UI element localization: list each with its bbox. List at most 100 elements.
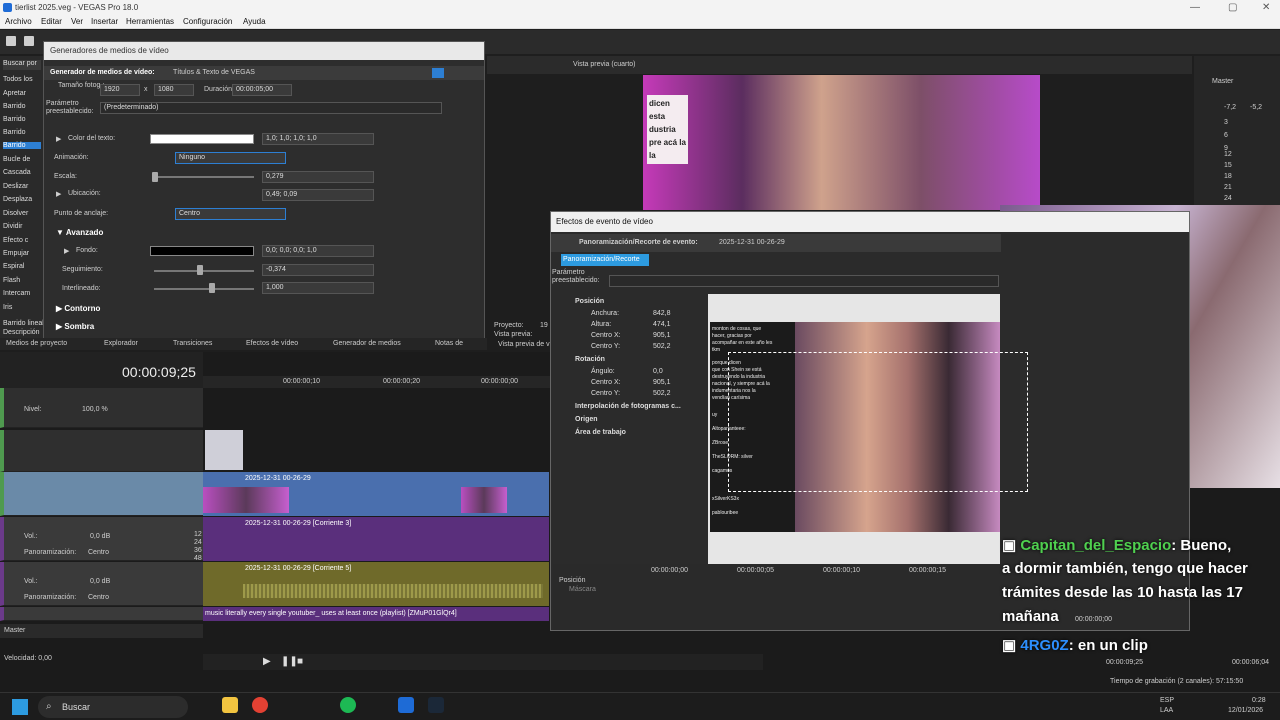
- list-item[interactable]: Intercam: [3, 290, 30, 297]
- fx-chain-chip[interactable]: Panoramización/Recorte: [561, 254, 649, 266]
- outline-section[interactable]: ▶ Contorno: [56, 304, 100, 313]
- spotify-icon[interactable]: [340, 697, 356, 713]
- taskbar-search[interactable]: ⌕ Buscar: [38, 696, 188, 718]
- list-item-selected[interactable]: Barrido: [3, 142, 41, 149]
- stop-icon[interactable]: ■: [297, 656, 303, 667]
- menu-insertar[interactable]: Insertar: [91, 17, 118, 26]
- tab-transitions[interactable]: Transiciones: [173, 340, 212, 347]
- tracking-value[interactable]: -0,374: [262, 264, 374, 276]
- list-item[interactable]: Deslizar: [3, 183, 28, 190]
- layout-icon[interactable]: [432, 68, 444, 78]
- menu-configuracion[interactable]: Configuración: [183, 17, 232, 26]
- list-item[interactable]: Todos los: [3, 76, 33, 83]
- location-value[interactable]: 0,49; 0,09: [262, 189, 374, 201]
- menu-herramientas[interactable]: Herramientas: [126, 17, 174, 26]
- text-color-value[interactable]: 1,0; 1,0; 1,0; 1,0: [262, 133, 374, 145]
- prop-value[interactable]: 502,2: [653, 390, 671, 397]
- anchor-select[interactable]: Centro: [175, 208, 286, 220]
- scale-slider[interactable]: [154, 176, 254, 178]
- audio-track-header[interactable]: Vol.: 0,0 dB Panoramización: Centro: [0, 562, 203, 606]
- spacing-value[interactable]: 1,000: [262, 282, 374, 294]
- list-item[interactable]: Flash: [3, 277, 20, 284]
- time-ruler[interactable]: 00:00:00;10 00:00:00;20 00:00:00;00: [203, 376, 553, 388]
- audio-track-header[interactable]: Vol.: 0,0 dB Panoramización: Centro 12 2…: [0, 517, 203, 562]
- file-explorer-icon[interactable]: [222, 697, 238, 713]
- expand-icon[interactable]: ▶: [56, 135, 61, 143]
- prop-value[interactable]: 0,0: [653, 368, 663, 375]
- preview-quality-select[interactable]: Vista previa (cuarto): [573, 61, 636, 68]
- menu-ayuda[interactable]: Ayuda: [243, 17, 266, 26]
- chrome-icon[interactable]: [252, 697, 268, 713]
- minimize-icon[interactable]: —: [1190, 2, 1200, 13]
- shadow-section[interactable]: ▶ Sombra: [56, 322, 94, 331]
- group-rotation[interactable]: Rotación: [575, 356, 605, 363]
- tab-project-media[interactable]: Medios de proyecto: [6, 340, 67, 347]
- tab-media-generators[interactable]: Generador de medios: [333, 340, 401, 347]
- steam-icon[interactable]: [428, 697, 444, 713]
- list-item[interactable]: Barrido: [3, 129, 26, 136]
- close-icon[interactable]: ✕: [1262, 2, 1270, 13]
- height-field[interactable]: 1080: [154, 84, 194, 96]
- crop-stage[interactable]: monton de cosas, que hacer, gracias por …: [708, 294, 1028, 564]
- duration-field[interactable]: 00:00:05;00: [232, 84, 292, 96]
- list-item[interactable]: Iris: [3, 304, 12, 311]
- video-clip[interactable]: 2025-12-31 00-26-29: [203, 472, 549, 516]
- new-icon[interactable]: [6, 36, 16, 46]
- scale-knob[interactable]: [152, 172, 158, 182]
- spacing-knob[interactable]: [209, 283, 215, 293]
- music-clip[interactable]: music literally every single youtuber_ u…: [203, 607, 549, 621]
- list-item[interactable]: Desplaza: [3, 196, 32, 203]
- search-input[interactable]: Buscar por: [3, 60, 41, 70]
- list-item[interactable]: Cascada: [3, 169, 31, 176]
- list-item[interactable]: Empujar: [3, 250, 29, 257]
- video-track-header[interactable]: [0, 472, 203, 516]
- list-item[interactable]: Barrido: [3, 103, 26, 110]
- expand-icon[interactable]: ▶: [64, 247, 69, 255]
- audio-clip[interactable]: 2025-12-31 00-26-29 [Corriente 5]: [203, 562, 549, 606]
- windows-start-icon[interactable]: [12, 699, 28, 715]
- pause-icon[interactable]: ❚❚: [281, 656, 298, 667]
- track-header[interactable]: Nivel: 100,0 %: [0, 388, 203, 428]
- scale-value[interactable]: 0,279: [262, 171, 374, 183]
- music-track-header[interactable]: [0, 607, 203, 621]
- tracking-knob[interactable]: [197, 265, 203, 275]
- play-icon[interactable]: ▶: [263, 656, 271, 667]
- prop-value[interactable]: 502,2: [653, 343, 671, 350]
- crop-rectangle[interactable]: [728, 352, 1028, 492]
- menu-archivo[interactable]: Archivo: [5, 17, 32, 26]
- tab-explorer[interactable]: Explorador: [104, 340, 138, 347]
- list-item[interactable]: Espiral: [3, 263, 24, 270]
- audio-clip[interactable]: 2025-12-31 00-26-29 [Corriente 3]: [203, 517, 549, 561]
- list-item[interactable]: Efecto c: [3, 237, 28, 244]
- preset-select[interactable]: (Predeterminado): [100, 102, 442, 114]
- track-header[interactable]: [0, 430, 203, 472]
- tab-notes[interactable]: Notas de: [435, 340, 463, 347]
- tracking-slider[interactable]: [154, 270, 254, 272]
- group-position[interactable]: Posición: [575, 298, 604, 305]
- prop-value[interactable]: 905,1: [653, 332, 671, 339]
- bg-value[interactable]: 0,0; 0,0; 0,0; 1,0: [262, 245, 374, 257]
- open-icon[interactable]: [24, 36, 34, 46]
- prop-value[interactable]: 905,1: [653, 379, 671, 386]
- bg-color-swatch[interactable]: [150, 246, 254, 256]
- list-item[interactable]: Disolver: [3, 210, 28, 217]
- menu-ver[interactable]: Ver: [71, 17, 83, 26]
- list-item[interactable]: Bucle de: [3, 156, 30, 163]
- animation-select[interactable]: Ninguno: [175, 152, 286, 164]
- expand-icon[interactable]: ▶: [56, 190, 61, 198]
- generated-media-clip[interactable]: [205, 430, 243, 470]
- maximize-icon[interactable]: ▢: [1228, 2, 1237, 13]
- group-origin[interactable]: Origen: [575, 416, 598, 423]
- fx-preset-select[interactable]: [609, 275, 999, 287]
- prop-value[interactable]: 842,8: [653, 310, 671, 317]
- spacing-slider[interactable]: [154, 288, 254, 290]
- list-item[interactable]: Dividir: [3, 223, 22, 230]
- width-field[interactable]: 1920: [100, 84, 140, 96]
- group-interpolation[interactable]: Interpolación de fotogramas c...: [575, 403, 681, 410]
- list-item[interactable]: Barrido: [3, 116, 26, 123]
- tab-video-effects[interactable]: Efectos de vídeo: [246, 340, 298, 347]
- list-item[interactable]: Apretar: [3, 90, 26, 97]
- vegas-icon[interactable]: [398, 697, 414, 713]
- group-workarea[interactable]: Área de trabajo: [575, 429, 626, 436]
- menu-editar[interactable]: Editar: [41, 17, 62, 26]
